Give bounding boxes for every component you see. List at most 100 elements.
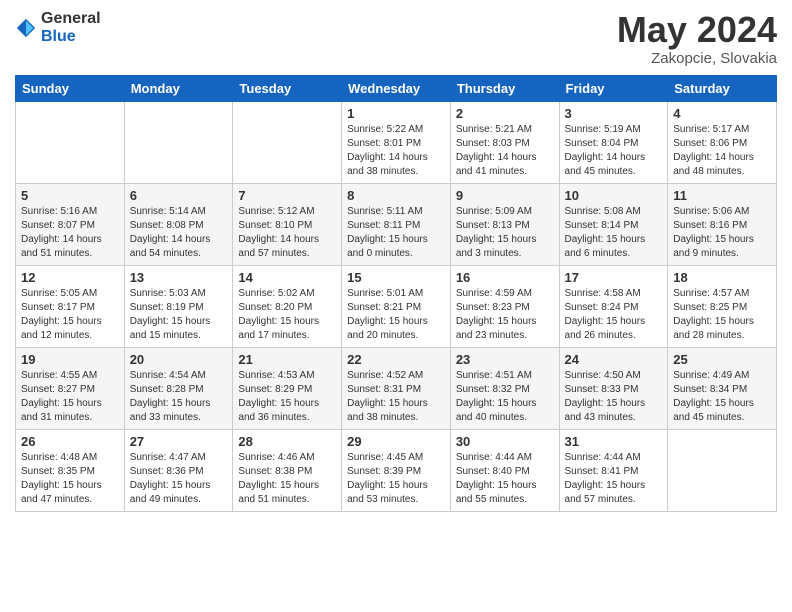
day-cell: 20Sunrise: 4:54 AMSunset: 8:28 PMDayligh… [124, 347, 233, 429]
day-number: 20 [130, 352, 228, 367]
day-info-line: Sunrise: 4:45 AM [347, 451, 445, 465]
day-info-line: Daylight: 14 hours [21, 233, 119, 247]
day-info-line: Sunset: 8:32 PM [456, 383, 554, 397]
day-info-line: Sunrise: 5:01 AM [347, 287, 445, 301]
logo-icon [15, 17, 37, 39]
logo: General Blue [15, 10, 101, 45]
day-info-line: and 6 minutes. [565, 247, 663, 261]
day-info-line: Sunrise: 4:55 AM [21, 369, 119, 383]
title-block: May 2024 Zakopcie, Slovakia [617, 10, 777, 67]
day-info-line: Sunrise: 4:44 AM [456, 451, 554, 465]
day-cell: 11Sunrise: 5:06 AMSunset: 8:16 PMDayligh… [668, 183, 777, 265]
day-info-line: Sunset: 8:17 PM [21, 301, 119, 315]
day-cell: 21Sunrise: 4:53 AMSunset: 8:29 PMDayligh… [233, 347, 342, 429]
day-info-line: Daylight: 15 hours [673, 233, 771, 247]
day-number: 15 [347, 270, 445, 285]
col-saturday: Saturday [668, 75, 777, 101]
day-info-line: Sunrise: 5:21 AM [456, 123, 554, 137]
day-info-line: Sunset: 8:34 PM [673, 383, 771, 397]
day-info-line: Sunset: 8:14 PM [565, 219, 663, 233]
day-info-line: Sunrise: 5:06 AM [673, 205, 771, 219]
day-info-line: Sunrise: 5:16 AM [21, 205, 119, 219]
day-info-line: Sunset: 8:27 PM [21, 383, 119, 397]
day-info-line: Sunset: 8:38 PM [238, 465, 336, 479]
day-info-line: Sunset: 8:31 PM [347, 383, 445, 397]
col-wednesday: Wednesday [342, 75, 451, 101]
day-info-line: Daylight: 15 hours [456, 397, 554, 411]
day-info-line: Daylight: 15 hours [565, 315, 663, 329]
col-monday: Monday [124, 75, 233, 101]
day-info-line: Sunrise: 5:09 AM [456, 205, 554, 219]
calendar-table: Sunday Monday Tuesday Wednesday Thursday… [15, 75, 777, 512]
day-cell: 27Sunrise: 4:47 AMSunset: 8:36 PMDayligh… [124, 429, 233, 511]
day-info-line: Daylight: 14 hours [565, 151, 663, 165]
day-info-line: Sunset: 8:23 PM [456, 301, 554, 315]
day-info-line: Sunrise: 4:58 AM [565, 287, 663, 301]
day-cell: 3Sunrise: 5:19 AMSunset: 8:04 PMDaylight… [559, 101, 668, 183]
day-info-line: Sunset: 8:04 PM [565, 137, 663, 151]
day-info-line: and 17 minutes. [238, 329, 336, 343]
day-info-line: Sunset: 8:39 PM [347, 465, 445, 479]
day-number: 21 [238, 352, 336, 367]
day-info-line: Sunrise: 5:05 AM [21, 287, 119, 301]
day-info-line: Sunrise: 4:49 AM [673, 369, 771, 383]
page: General Blue May 2024 Zakopcie, Slovakia… [0, 0, 792, 612]
day-info-line: Sunrise: 4:46 AM [238, 451, 336, 465]
day-number: 8 [347, 188, 445, 203]
day-info-line: and 57 minutes. [238, 247, 336, 261]
day-info-line: Daylight: 15 hours [347, 397, 445, 411]
day-info-line: and 48 minutes. [673, 165, 771, 179]
day-info-line: Sunset: 8:40 PM [456, 465, 554, 479]
day-info-line: Sunset: 8:13 PM [456, 219, 554, 233]
day-info-line: and 3 minutes. [456, 247, 554, 261]
day-info-line: Sunrise: 5:17 AM [673, 123, 771, 137]
day-info-line: Daylight: 15 hours [673, 315, 771, 329]
logo-blue-text: Blue [41, 28, 101, 46]
day-info-line: Sunset: 8:10 PM [238, 219, 336, 233]
day-number: 22 [347, 352, 445, 367]
day-info-line: and 40 minutes. [456, 411, 554, 425]
day-number: 23 [456, 352, 554, 367]
day-info-line: Daylight: 15 hours [130, 397, 228, 411]
day-number: 7 [238, 188, 336, 203]
day-number: 1 [347, 106, 445, 121]
day-info-line: Daylight: 15 hours [347, 315, 445, 329]
header-row: Sunday Monday Tuesday Wednesday Thursday… [16, 75, 777, 101]
day-cell: 26Sunrise: 4:48 AMSunset: 8:35 PMDayligh… [16, 429, 125, 511]
day-number: 2 [456, 106, 554, 121]
day-info-line: and 47 minutes. [21, 493, 119, 507]
day-info-line: Daylight: 15 hours [238, 315, 336, 329]
day-number: 31 [565, 434, 663, 449]
logo-general-text: General [41, 10, 101, 28]
day-info-line: Sunrise: 4:59 AM [456, 287, 554, 301]
day-info-line: Sunrise: 4:47 AM [130, 451, 228, 465]
day-info-line: and 51 minutes. [238, 493, 336, 507]
day-info-line: Daylight: 15 hours [565, 233, 663, 247]
day-cell: 14Sunrise: 5:02 AMSunset: 8:20 PMDayligh… [233, 265, 342, 347]
col-friday: Friday [559, 75, 668, 101]
day-info-line: Sunset: 8:25 PM [673, 301, 771, 315]
day-info-line: Sunrise: 5:22 AM [347, 123, 445, 137]
day-info-line: Sunset: 8:16 PM [673, 219, 771, 233]
day-info-line: Sunset: 8:07 PM [21, 219, 119, 233]
week-row-2: 5Sunrise: 5:16 AMSunset: 8:07 PMDaylight… [16, 183, 777, 265]
day-info-line: and 31 minutes. [21, 411, 119, 425]
day-number: 10 [565, 188, 663, 203]
col-sunday: Sunday [16, 75, 125, 101]
day-number: 29 [347, 434, 445, 449]
day-info-line: and 51 minutes. [21, 247, 119, 261]
day-cell: 12Sunrise: 5:05 AMSunset: 8:17 PMDayligh… [16, 265, 125, 347]
day-cell: 6Sunrise: 5:14 AMSunset: 8:08 PMDaylight… [124, 183, 233, 265]
day-cell [124, 101, 233, 183]
day-info-line: Sunset: 8:06 PM [673, 137, 771, 151]
day-info-line: Sunset: 8:35 PM [21, 465, 119, 479]
day-number: 18 [673, 270, 771, 285]
day-info-line: Sunset: 8:33 PM [565, 383, 663, 397]
week-row-5: 26Sunrise: 4:48 AMSunset: 8:35 PMDayligh… [16, 429, 777, 511]
day-info-line: Sunrise: 4:48 AM [21, 451, 119, 465]
day-number: 13 [130, 270, 228, 285]
day-cell: 2Sunrise: 5:21 AMSunset: 8:03 PMDaylight… [450, 101, 559, 183]
day-info-line: and 54 minutes. [130, 247, 228, 261]
day-info-line: and 38 minutes. [347, 411, 445, 425]
day-info-line: Daylight: 15 hours [21, 315, 119, 329]
